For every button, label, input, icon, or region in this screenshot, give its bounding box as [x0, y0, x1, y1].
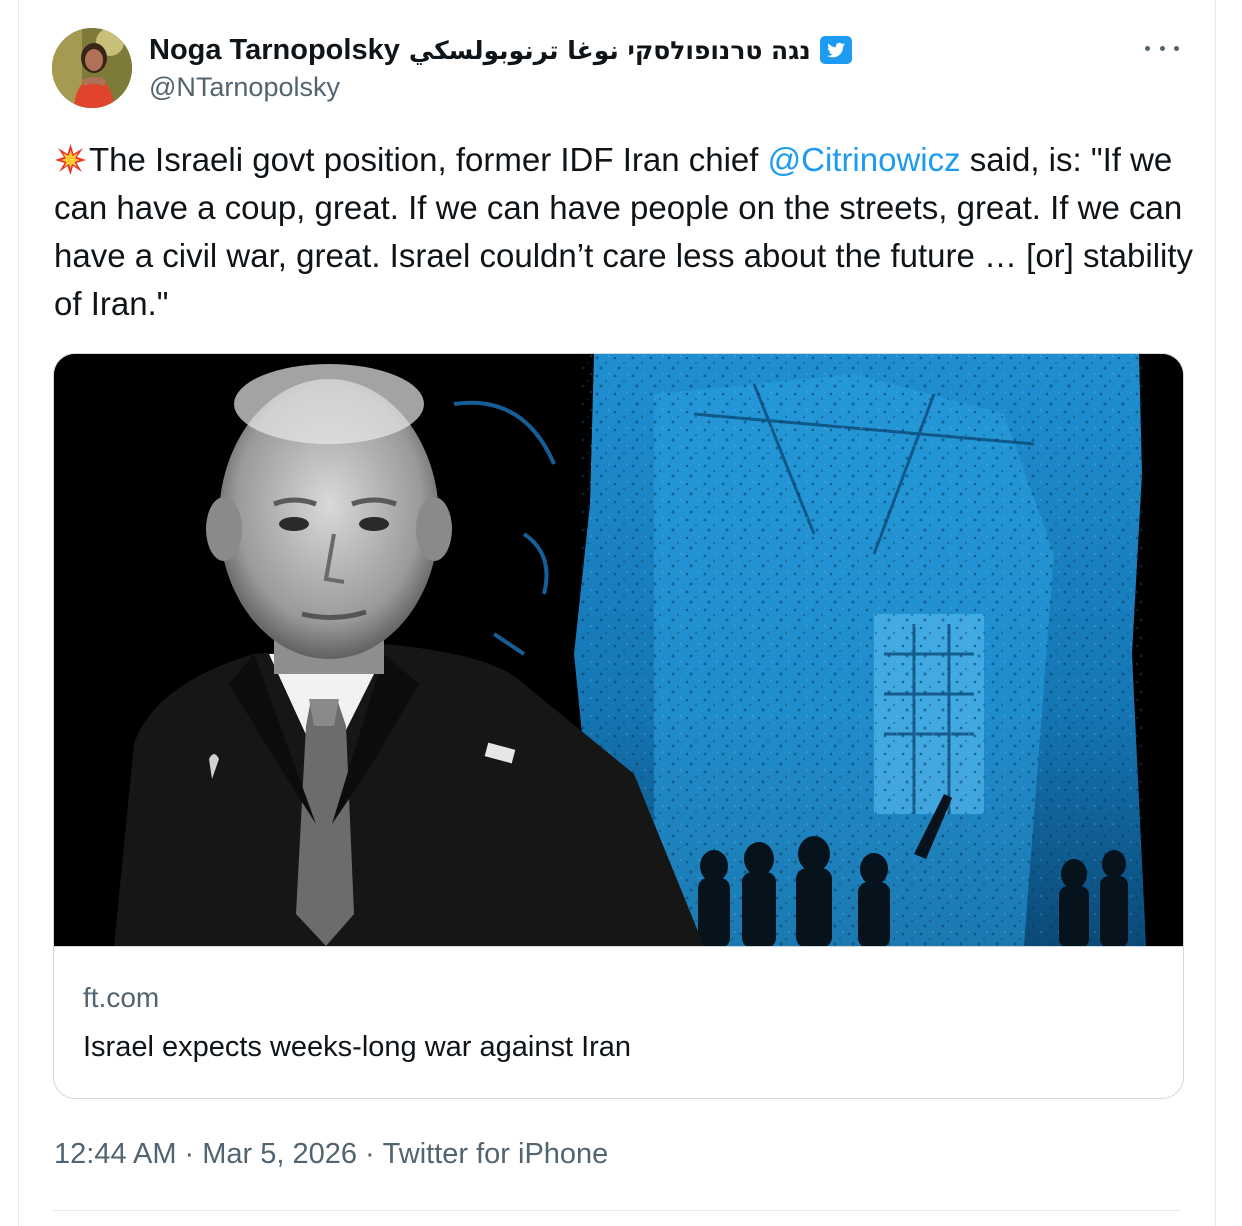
card-divider: [54, 946, 1183, 947]
tweet-source[interactable]: Twitter for iPhone: [383, 1138, 609, 1170]
card-title[interactable]: Israel expects weeks-long war against Ir…: [83, 1031, 631, 1064]
link-card[interactable]: ft.com Israel expects weeks-long war aga…: [53, 353, 1184, 1099]
tweet-date[interactable]: Mar 5, 2026: [202, 1138, 357, 1170]
tweet-time[interactable]: 12:44 AM: [54, 1138, 177, 1170]
meta-separator: ·: [364, 1138, 375, 1170]
author-handle[interactable]: @NTarnopolsky: [149, 72, 340, 103]
verified-bird-icon: [819, 35, 853, 65]
author-name-row[interactable]: Noga Tarnopolsky נגה טרנופולסקי نوغا ترن…: [149, 30, 853, 70]
divider: [53, 1210, 1181, 1211]
avatar[interactable]: [52, 28, 132, 108]
tweet-meta: 12:44 AM · Mar 5, 2026 · Twitter for iPhone: [54, 1138, 608, 1171]
card-domain: ft.com: [83, 982, 160, 1013]
collision-icon: [54, 141, 87, 175]
display-name[interactable]: Noga Tarnopolsky: [149, 34, 400, 67]
meta-separator: ·: [184, 1138, 195, 1170]
card-image[interactable]: [54, 354, 1183, 946]
tweet-text: The Israeli govt position, former IDF Ir…: [54, 136, 1194, 328]
mention-link[interactable]: @Citrinowicz: [768, 141, 961, 178]
tweet-text-part1: The Israeli govt position, former IDF Ir…: [89, 141, 768, 178]
more-options-icon[interactable]: [1145, 36, 1179, 60]
tweet-container: Noga Tarnopolsky נגה טרנופולסקי نوغا ترن…: [18, 0, 1216, 1226]
display-name-rtl[interactable]: נגה טרנופולסקי نوغا ترنوبولسكي: [409, 36, 811, 65]
